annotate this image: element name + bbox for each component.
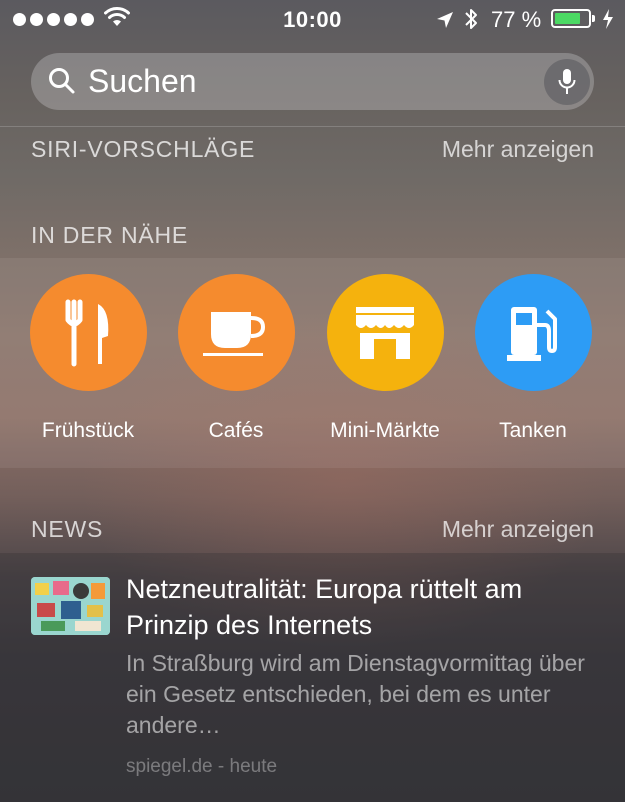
news-show-more-link[interactable]: Mehr anzeigen: [442, 516, 594, 543]
battery-tip: [592, 15, 595, 22]
nearby-item-label: Cafés: [208, 419, 264, 442]
nearby-item-label: Mini-Märkte: [330, 419, 440, 442]
store-icon: [356, 306, 414, 359]
nearby-icon-circle: [326, 274, 444, 391]
microphone-icon: [558, 69, 576, 94]
nearby-icon-circle: [474, 274, 592, 391]
nearby-item-label: Tanken: [499, 419, 567, 442]
battery-fill: [555, 13, 580, 24]
nearby-title: IN DER NÄHE: [31, 222, 189, 248]
search-bar[interactable]: [31, 53, 594, 110]
nearby-item-cafes[interactable]: Cafés: [161, 274, 311, 443]
bluetooth-icon: [464, 7, 478, 37]
news-headline[interactable]: Netzneutralität: Europa rüttelt am Prinz…: [126, 571, 596, 643]
nearby-item-gas[interactable]: Tanken: [458, 274, 608, 443]
fork-knife-icon: [65, 299, 109, 366]
siri-suggestions-title: SIRI-VORSCHLÄGE: [31, 136, 256, 162]
battery-percentage: 77 %: [491, 7, 542, 32]
search-input[interactable]: [88, 61, 528, 101]
battery-icon: [551, 9, 591, 28]
coffee-cup-icon: [203, 311, 266, 356]
news-summary: In Straßburg wird am Dienstagvormittag ü…: [126, 650, 585, 738]
nearby-item-mini-markets[interactable]: Mini-Märkte: [310, 274, 460, 443]
nearby-icon-circle: [177, 274, 295, 391]
news-title: NEWS: [31, 516, 104, 542]
news-source: spiegel.de - heute: [126, 756, 278, 777]
status-bar: 10:00 77 %: [0, 0, 625, 40]
gas-pump-icon: [507, 306, 557, 361]
dictation-button[interactable]: [544, 59, 590, 105]
charging-bolt-icon: [602, 8, 614, 36]
news-thumbnail-image: [31, 577, 110, 635]
location-arrow-icon: [436, 9, 454, 35]
divider: [0, 126, 625, 127]
nearby-icon-circle: [29, 274, 147, 391]
siri-show-more-link[interactable]: Mehr anzeigen: [442, 136, 594, 163]
nearby-item-label: Frühstück: [41, 419, 135, 442]
search-icon: [48, 67, 76, 100]
nearby-item-breakfast[interactable]: Frühstück: [13, 274, 163, 443]
